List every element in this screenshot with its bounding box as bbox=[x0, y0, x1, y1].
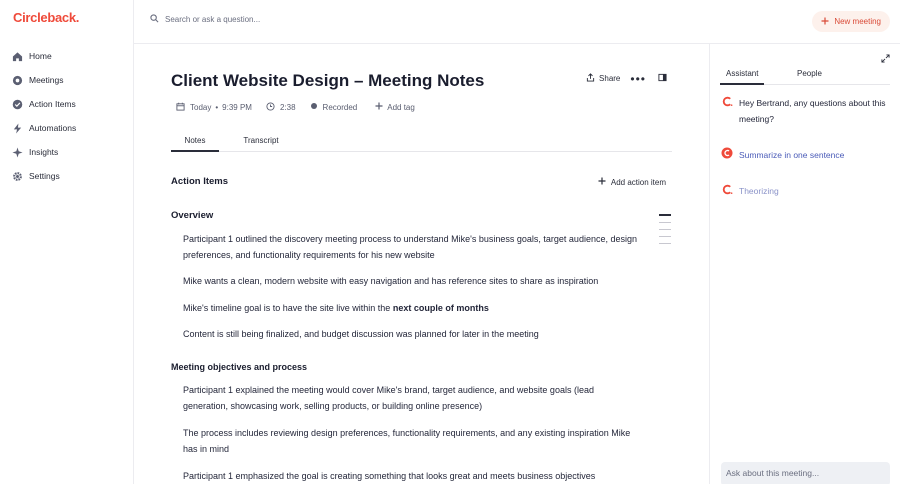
top-bar: Search or ask a question... New meeting bbox=[134, 0, 900, 44]
overview-paragraph: Content is still being finalized, and bu… bbox=[183, 329, 539, 339]
home-icon bbox=[12, 51, 23, 62]
assistant-panel: Assistant People Hey Bertrand, any quest… bbox=[711, 44, 900, 484]
check-circle-icon bbox=[12, 99, 23, 110]
sidebar-item-meetings[interactable]: Meetings bbox=[0, 68, 134, 92]
overview-paragraph: Mike's timeline goal is to have the site… bbox=[183, 303, 489, 313]
share-icon bbox=[586, 73, 595, 84]
sidebar-item-label: Insights bbox=[29, 147, 59, 157]
sidebar-item-settings[interactable]: Settings bbox=[0, 164, 134, 188]
gear-icon bbox=[12, 171, 23, 182]
circleback-avatar-icon bbox=[721, 183, 733, 195]
objectives-header: Meeting objectives and process bbox=[171, 362, 308, 372]
sidebar-item-insights[interactable]: Insights bbox=[0, 140, 134, 164]
tab-people[interactable]: People bbox=[797, 69, 822, 78]
page-title: Client Website Design – Meeting Notes bbox=[171, 71, 485, 90]
circleback-avatar-icon bbox=[721, 95, 733, 107]
ask-placeholder: Ask about this meeting... bbox=[726, 468, 820, 478]
overview-header: Overview bbox=[171, 210, 214, 221]
plus-icon bbox=[821, 17, 829, 27]
objectives-paragraph: Participant 1 explained the meeting woul… bbox=[183, 385, 594, 411]
outline-minimap[interactable] bbox=[659, 214, 671, 250]
objectives-paragraph: Participant 1 emphasized the goal is cre… bbox=[183, 471, 596, 481]
meetings-icon bbox=[12, 75, 23, 86]
sidebar: Circleback. Home Meetings Action Items A… bbox=[0, 0, 134, 484]
add-action-item-button[interactable]: Add action item bbox=[598, 177, 666, 187]
sidebar-item-label: Meetings bbox=[29, 75, 64, 85]
tab-notes[interactable]: Notes bbox=[171, 136, 219, 152]
overview-paragraph: Mike wants a clean, modern website with … bbox=[183, 276, 599, 286]
sidebar-item-label: Settings bbox=[29, 171, 60, 181]
record-dot-icon bbox=[310, 102, 318, 112]
sidebar-item-home[interactable]: Home bbox=[0, 44, 134, 68]
meeting-duration: 2:38 bbox=[266, 101, 296, 113]
search-placeholder: Search or ask a question... bbox=[165, 15, 261, 24]
meeting-date: Today • 9:39 PM bbox=[176, 102, 252, 113]
more-options-button[interactable]: ••• bbox=[630, 71, 646, 86]
plus-icon bbox=[375, 102, 383, 112]
sidebar-item-label: Action Items bbox=[29, 99, 76, 109]
circleback-logo[interactable]: Circleback. bbox=[13, 10, 79, 25]
meeting-actions: Share ••• bbox=[586, 71, 667, 86]
notes-tabs: Notes Transcript bbox=[171, 133, 672, 152]
sidebar-nav: Home Meetings Action Items Automations I… bbox=[0, 44, 134, 188]
calendar-icon bbox=[176, 102, 185, 113]
share-button[interactable]: Share bbox=[586, 73, 620, 84]
sidebar-item-label: Automations bbox=[29, 123, 77, 133]
overview-paragraph: Participant 1 outlined the discovery mee… bbox=[183, 234, 637, 260]
meeting-notes-main: Client Website Design – Meeting Notes Sh… bbox=[134, 44, 710, 484]
search-input[interactable]: Search or ask a question... bbox=[150, 14, 260, 25]
meeting-meta: Today • 9:39 PM 2:38 Recorded Add tag bbox=[176, 100, 419, 114]
assistant-status: Theorizing bbox=[721, 183, 779, 199]
expand-icon[interactable] bbox=[881, 54, 890, 65]
clock-icon bbox=[266, 101, 275, 113]
assistant-tabs: Assistant People bbox=[720, 68, 890, 85]
share-label: Share bbox=[599, 74, 621, 83]
add-tag-button[interactable]: Add tag bbox=[371, 100, 419, 114]
more-icon: ••• bbox=[630, 71, 646, 86]
plus-icon bbox=[598, 177, 606, 187]
sidebar-item-automations[interactable]: Automations bbox=[0, 116, 134, 140]
assistant-greeting: Hey Bertrand, any questions about this m… bbox=[721, 95, 891, 127]
action-items-header: Action Items bbox=[171, 176, 229, 187]
lightning-icon bbox=[12, 122, 23, 134]
ask-input[interactable]: Ask about this meeting... bbox=[721, 462, 890, 484]
new-meeting-label: New meeting bbox=[834, 17, 881, 26]
new-meeting-button[interactable]: New meeting bbox=[812, 11, 890, 32]
recorded-status: Recorded bbox=[310, 102, 357, 112]
sidebar-item-label: Home bbox=[29, 51, 52, 61]
tab-assistant[interactable]: Assistant bbox=[720, 69, 765, 85]
objectives-paragraph: The process includes reviewing design pr… bbox=[183, 428, 631, 454]
sidebar-item-action-items[interactable]: Action Items bbox=[0, 92, 134, 116]
toggle-panel-icon[interactable] bbox=[658, 73, 667, 84]
tab-transcript[interactable]: Transcript bbox=[237, 136, 285, 145]
sparkle-icon bbox=[12, 146, 23, 158]
summarize-suggestion[interactable]: Summarize in one sentence bbox=[721, 147, 844, 163]
search-icon bbox=[150, 14, 159, 25]
summarize-icon bbox=[721, 147, 733, 159]
